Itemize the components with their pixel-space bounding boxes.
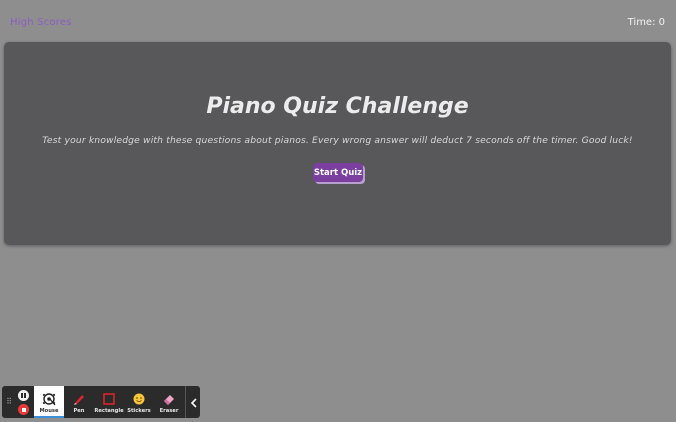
annotation-toolbar: ⠿ Mouse Pen Rectangle Stickers Eraser bbox=[2, 386, 200, 418]
timer-display: Time: 0 bbox=[627, 17, 665, 28]
tool-label: Pen bbox=[73, 408, 85, 414]
tool-label: Mouse bbox=[39, 408, 59, 414]
drag-handle-icon[interactable]: ⠿ bbox=[6, 397, 12, 407]
top-bar: High Scores Time: 0 bbox=[0, 0, 676, 44]
stop-icon[interactable] bbox=[18, 404, 29, 415]
start-quiz-button[interactable]: Start Quiz bbox=[313, 163, 363, 182]
tool-label: Eraser bbox=[159, 408, 179, 414]
eraser-icon bbox=[162, 391, 176, 407]
quiz-description: Test your knowledge with these questions… bbox=[42, 135, 633, 146]
tool-mouse[interactable]: Mouse bbox=[34, 386, 64, 418]
tool-stickers[interactable]: Stickers bbox=[124, 386, 154, 418]
pause-icon[interactable] bbox=[18, 390, 29, 401]
collapse-toolbar-button[interactable] bbox=[185, 386, 201, 418]
sticker-icon bbox=[132, 391, 146, 407]
chevron-left-icon bbox=[190, 393, 198, 412]
tool-eraser[interactable]: Eraser bbox=[154, 386, 184, 418]
tool-label: Stickers bbox=[127, 408, 151, 414]
tool-rectangle[interactable]: Rectangle bbox=[94, 386, 124, 418]
tool-pen[interactable]: Pen bbox=[64, 386, 94, 418]
mouse-cursor-icon bbox=[41, 391, 57, 407]
quiz-intro-card: Piano Quiz Challenge Test your knowledge… bbox=[4, 42, 671, 245]
rectangle-icon bbox=[102, 391, 116, 407]
high-scores-link[interactable]: High Scores bbox=[10, 17, 72, 28]
quiz-title: Piano Quiz Challenge bbox=[206, 94, 469, 119]
tool-label: Rectangle bbox=[94, 408, 124, 414]
pen-icon bbox=[72, 391, 86, 407]
